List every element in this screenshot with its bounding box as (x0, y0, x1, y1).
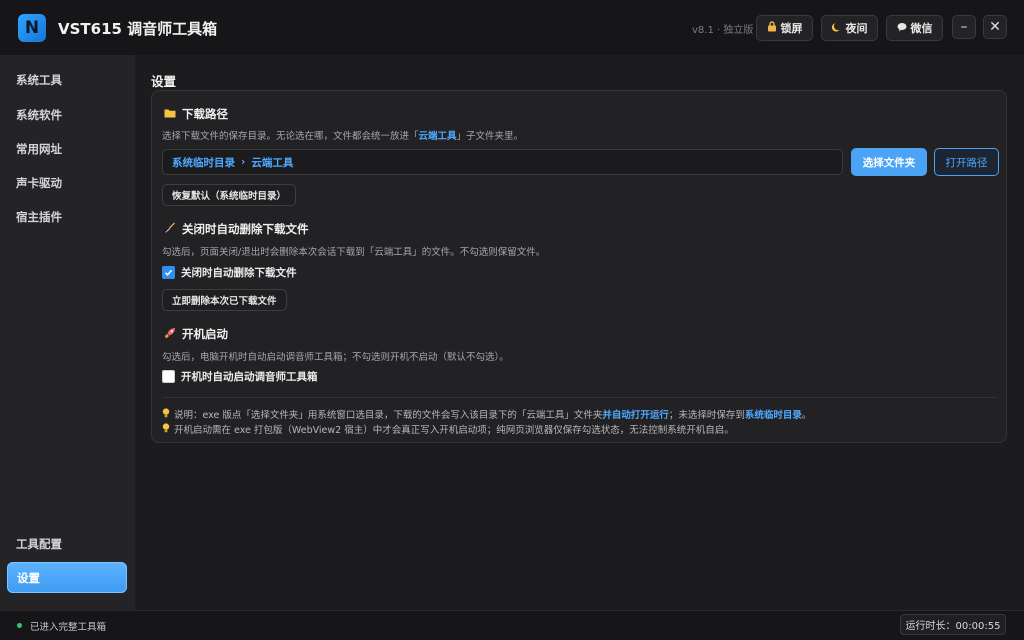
app-title: VST615 调音师工具箱 (58, 20, 218, 38)
broom-icon (164, 222, 176, 237)
download-desc-text-end: 」子文件夹里。 (456, 131, 524, 142)
runtime-display: 运行时长：00:00:55 (900, 614, 1006, 635)
download-path-display: 系统临时目录 › 云端工具 (162, 149, 843, 175)
title-bar: N VST615 调音师工具箱 v8.1 · 独立版 锁屏 夜间 微信 – ✕ (0, 0, 1024, 55)
sidebar-item-common-urls[interactable]: 常用网址 (16, 141, 62, 157)
note-1-text: 说明：exe 版点「选择文件夹」用系统窗口选目录，下载的文件会写入该目录下的「云… (174, 407, 811, 421)
auto-delete-checkbox[interactable] (162, 266, 175, 279)
status-indicator-dot (17, 623, 22, 628)
page-title: 设置 (151, 74, 177, 89)
download-desc-link: 云端工具 (418, 131, 457, 142)
lock-screen-label: 锁屏 (780, 22, 803, 35)
settings-card: 下载路径 选择下载文件的保存目录。无论选在哪，文件都会统一放进「云端工具」子文件… (151, 90, 1007, 443)
startup-heading: 开机启动 (164, 326, 228, 342)
note-2-text: 开机启动需在 exe 打包版（WebView2 宿主）中才会真正写入开机启动项；… (174, 425, 734, 436)
close-button[interactable]: ✕ (983, 15, 1007, 39)
reset-default-button[interactable]: 恢复默认（系统临时目录） (162, 184, 297, 206)
path-separator: › (241, 156, 246, 168)
path-segment-cloud: 云端工具 (251, 156, 294, 169)
download-desc-text: 选择下载文件的保存目录。无论选在哪，文件都会统一放进「 (162, 131, 419, 142)
sidebar-item-system-tools[interactable]: 系统工具 (16, 72, 62, 88)
app-logo: N (18, 14, 46, 42)
sidebar-item-settings[interactable]: 设置 (7, 562, 127, 593)
bulb-icon (162, 422, 170, 436)
startup-desc: 勾选后，电脑开机时自动启动调音师工具箱；不勾选则开机不启动（默认不勾选）。 (162, 352, 509, 363)
chat-icon (897, 22, 907, 35)
bulb-icon (162, 407, 170, 421)
minimize-button[interactable]: – (952, 15, 976, 39)
note-1-highlight-run: 并自动打开运行 (602, 410, 669, 421)
open-path-button[interactable]: 打开路径 (934, 148, 999, 176)
note-1-mid: ；未选择时保存到 (668, 410, 745, 421)
status-bar: 已进入完整工具箱 运行时长：00:00:55 (0, 610, 1024, 640)
auto-delete-checkbox-label: 关闭时自动删除下载文件 (181, 267, 297, 279)
wechat-label: 微信 (910, 22, 933, 35)
sidebar-item-tool-config[interactable]: 工具配置 (16, 536, 62, 552)
folder-icon (164, 107, 176, 121)
auto-delete-desc: 勾选后，页面关闭/退出时会删除本次会话下载到「云端工具」的文件。不勾选则保留文件… (162, 247, 546, 258)
startup-option[interactable]: 开机时自动启动调音师工具箱 (162, 369, 318, 384)
night-mode-button[interactable]: 夜间 (821, 15, 878, 41)
status-text: 已进入完整工具箱 (30, 622, 107, 633)
sidebar: 系统工具 系统软件 常用网址 声卡驱动 宿主插件 工具配置 设置 (0, 55, 135, 610)
wechat-button[interactable]: 微信 (886, 15, 943, 41)
sidebar-item-sound-card-drivers[interactable]: 声卡驱动 (16, 175, 62, 191)
note-1-end: 。 (801, 410, 812, 421)
download-path-title: 下载路径 (182, 107, 228, 121)
startup-title: 开机启动 (182, 327, 228, 341)
note-1-pre: 说明：exe 版点「选择文件夹」用系统窗口选目录，下载的文件会写入该目录下的「云… (174, 410, 603, 421)
choose-folder-button[interactable]: 选择文件夹 (851, 148, 927, 176)
rocket-icon (164, 327, 176, 342)
moon-icon (831, 22, 842, 35)
startup-checkbox-label: 开机时自动启动调音师工具箱 (181, 371, 318, 383)
notes-divider (162, 397, 998, 398)
sidebar-item-system-software[interactable]: 系统软件 (16, 107, 62, 123)
path-segment-temp: 系统临时目录 (172, 156, 235, 169)
download-path-desc: 选择下载文件的保存目录。无论选在哪，文件都会统一放进「云端工具」子文件夹里。 (162, 128, 523, 142)
main-panel: 设置 下载路径 选择下载文件的保存目录。无论选在哪，文件都会统一放进「云端工具」… (135, 55, 1024, 610)
note-2: 开机启动需在 exe 打包版（WebView2 宿主）中才会真正写入开机启动项；… (162, 422, 734, 436)
download-path-heading: 下载路径 (164, 106, 228, 122)
delete-now-button[interactable]: 立即删除本次已下载文件 (162, 289, 287, 311)
startup-checkbox[interactable] (162, 370, 175, 383)
note-1: 说明：exe 版点「选择文件夹」用系统窗口选目录，下载的文件会写入该目录下的「云… (162, 407, 811, 421)
note-1-highlight-temp: 系统临时目录 (744, 410, 802, 421)
lock-icon (767, 21, 777, 35)
auto-delete-title: 关闭时自动删除下载文件 (182, 222, 309, 236)
version-label: v8.1 · 独立版 (692, 25, 754, 36)
auto-delete-option[interactable]: 关闭时自动删除下载文件 (162, 265, 297, 280)
sidebar-item-host-plugins[interactable]: 宿主插件 (16, 209, 62, 225)
lock-screen-button[interactable]: 锁屏 (756, 15, 813, 41)
auto-delete-heading: 关闭时自动删除下载文件 (164, 221, 309, 237)
night-mode-label: 夜间 (845, 22, 868, 35)
